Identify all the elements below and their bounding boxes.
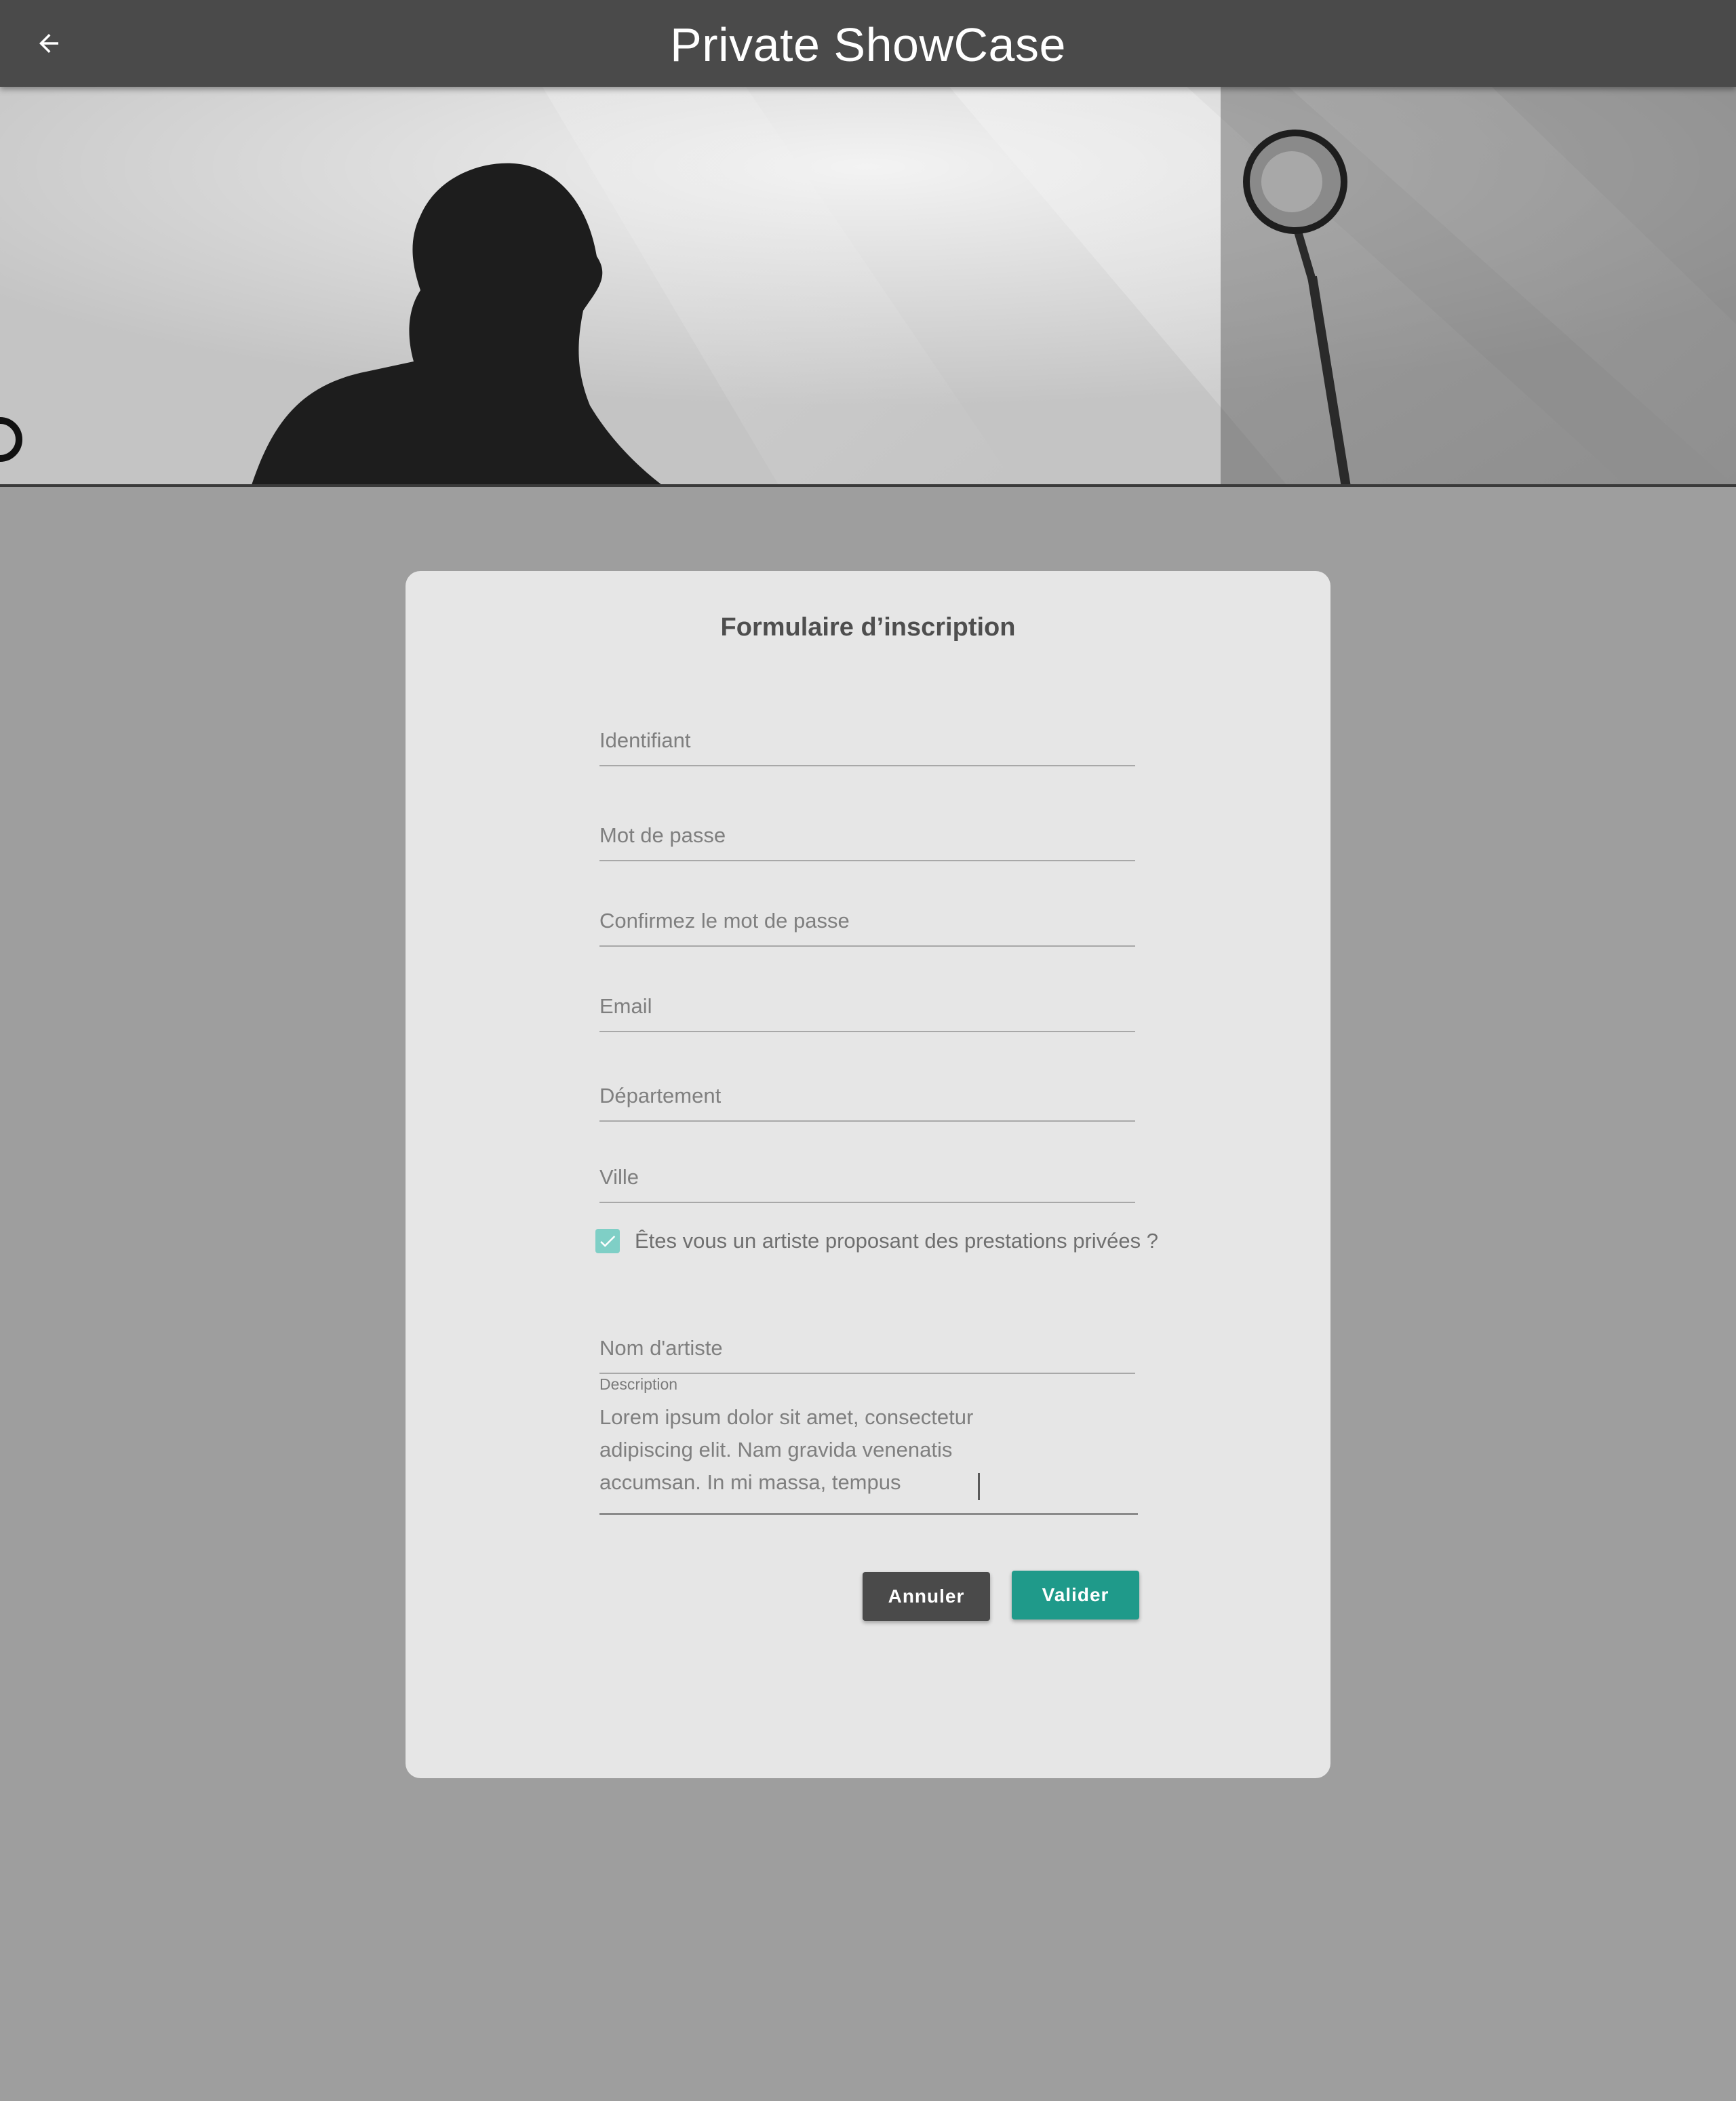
registration-form-card: Formulaire d’inscription Identifiant Mot… — [406, 571, 1330, 1778]
text-caret — [978, 1473, 980, 1500]
artist-checkbox[interactable] — [595, 1229, 620, 1253]
check-icon — [600, 1236, 616, 1247]
artist-checkbox-label: Êtes vous un artiste proposant des prest… — [635, 1229, 1158, 1253]
password-placeholder: Mot de passe — [599, 823, 726, 847]
departement-placeholder: Département — [599, 1084, 722, 1107]
nom-artiste-field[interactable]: Nom d'artiste — [599, 1314, 1135, 1374]
form-title: Formulaire d’inscription — [720, 613, 1016, 642]
description-textarea[interactable]: Description Lorem ipsum dolor sit amet, … — [599, 1375, 1138, 1515]
departement-field[interactable]: Département — [599, 1063, 1135, 1122]
identifiant-placeholder: Identifiant — [599, 728, 691, 752]
description-value: Lorem ipsum dolor sit amet, consectetur … — [599, 1405, 974, 1494]
identifiant-field[interactable]: Identifiant — [599, 707, 1135, 766]
ville-field[interactable]: Ville — [599, 1152, 1135, 1203]
artist-checkbox-row[interactable]: Êtes vous un artiste proposant des prest… — [595, 1226, 1158, 1256]
description-label: Description — [599, 1375, 678, 1393]
email-placeholder: Email — [599, 994, 652, 1018]
hero-banner-image — [0, 87, 1736, 487]
email-field[interactable]: Email — [599, 979, 1135, 1032]
app-title: Private ShowCase — [670, 18, 1066, 71]
confirm-password-placeholder: Confirmez le mot de passe — [599, 909, 850, 932]
app-bar: Private ShowCase — [0, 0, 1736, 87]
submit-button[interactable]: Valider — [1012, 1571, 1139, 1619]
cancel-button[interactable]: Annuler — [863, 1572, 990, 1621]
ville-placeholder: Ville — [599, 1165, 639, 1189]
nom-artiste-placeholder: Nom d'artiste — [599, 1336, 723, 1360]
password-field[interactable]: Mot de passe — [599, 788, 1135, 861]
confirm-password-field[interactable]: Confirmez le mot de passe — [599, 894, 1135, 947]
